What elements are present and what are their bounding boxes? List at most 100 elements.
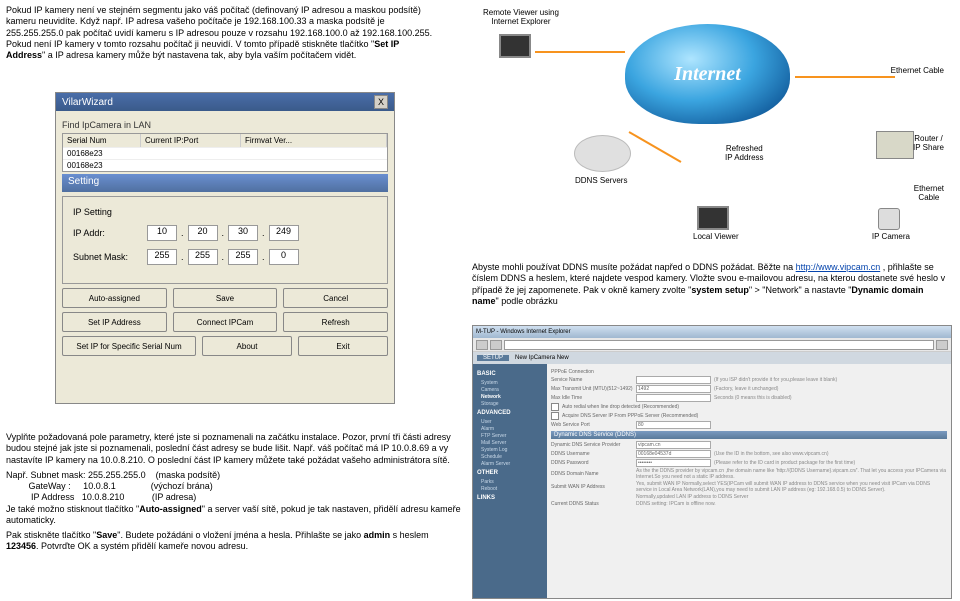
device-table: Serial Num Current IP:Port Firmvat Ver..…: [62, 133, 388, 172]
network-diagram: Remote Viewer using Internet Explorer In…: [475, 6, 950, 241]
set-ip-button[interactable]: Set IP Address: [62, 312, 167, 332]
wizard-title-text: VilarWizard: [62, 97, 113, 108]
vipcam-link[interactable]: http://www.vipcam.cn: [796, 262, 881, 272]
table-row[interactable]: 00168e23: [63, 147, 387, 159]
sidebar-item-network[interactable]: Network: [477, 394, 543, 400]
local-pc-icon: [697, 206, 729, 230]
ddns-label: DDNS Servers: [575, 176, 627, 185]
sidebar-item-syslog[interactable]: System Log: [477, 447, 543, 453]
provider-select[interactable]: vipcam.cn: [636, 441, 711, 449]
close-icon[interactable]: X: [374, 95, 388, 109]
refresh-button[interactable]: Refresh: [283, 312, 388, 332]
sidebar-item-mail[interactable]: Mail Server: [477, 440, 543, 446]
ie-toolbar: [473, 338, 951, 352]
setting-tab[interactable]: Setting: [62, 174, 388, 192]
ipcamera-label: IP Camera: [872, 232, 910, 241]
go-icon[interactable]: [936, 340, 948, 350]
set-ip-specific-button[interactable]: Set IP for Specific Serial Num: [62, 336, 196, 356]
intro-paragraph: Pokud IP kamery není ve stejném segmentu…: [6, 5, 436, 61]
ddns-status-label: Current DDNS Status: [551, 501, 633, 507]
ip-setting-group: IP Setting IP Addr: 10. 20. 30. 249 Subn…: [62, 196, 388, 284]
sidebar-item-alarmserver[interactable]: Alarm Server: [477, 461, 543, 467]
mtu-label: Max Transmit Unit (MTU)(512~1492): [551, 386, 633, 392]
ipcamera-icon: [878, 208, 900, 230]
bottom-instructions: Vyplňte požadovaná pole parametry, které…: [6, 432, 461, 557]
cancel-button[interactable]: Cancel: [283, 288, 388, 308]
about-button[interactable]: About: [202, 336, 292, 356]
mtu-input[interactable]: 1492: [636, 385, 711, 393]
ipcamera-nav[interactable]: New IpCamera New: [515, 355, 569, 361]
col-ip: Current IP:Port: [141, 134, 241, 147]
wsp-input[interactable]: 80: [636, 421, 711, 429]
connect-button[interactable]: Connect IPCam: [173, 312, 278, 332]
sidebar-advanced: ADVANCED: [477, 410, 543, 416]
refreshed-ip-label: Refreshed IP Address: [725, 144, 764, 162]
submit-wan-label: Submit WAN IP Address: [551, 484, 633, 490]
svc-name-input[interactable]: [636, 376, 711, 384]
sidebar-other: OTHER: [477, 470, 543, 476]
setup-tab[interactable]: SETUP: [477, 355, 509, 361]
forward-icon[interactable]: [490, 340, 502, 350]
ie-sidebar: BASIC System Camera Network Storage ADVA…: [473, 364, 547, 598]
sidebar-item-reboot[interactable]: Reboot: [477, 486, 543, 492]
auto-redial-checkbox[interactable]: [551, 403, 559, 411]
ie-browser-window: M-TUP - Windows Internet Explorer SETUP …: [472, 325, 952, 599]
ip-octet-3[interactable]: 30: [228, 225, 258, 241]
save-button[interactable]: Save: [173, 288, 278, 308]
sidebar-item-ftp[interactable]: FTP Server: [477, 433, 543, 439]
svc-name-label: Service Name: [551, 377, 633, 383]
ddns-section-header: Dynamic DNS Service (DDNS): [551, 431, 947, 439]
wizard-titlebar: VilarWizard X: [56, 93, 394, 111]
ip-octet-4[interactable]: 249: [269, 225, 299, 241]
remote-pc-icon: [499, 34, 531, 58]
acquire-dns-checkbox[interactable]: [551, 412, 559, 420]
local-viewer-label: Local Viewer: [693, 232, 739, 241]
idle-label: Max Idle Time: [551, 395, 633, 401]
router-label: Router / IP Share: [913, 134, 944, 152]
ddns-paragraph: Abyste mohli používat DDNS musíte požáda…: [472, 262, 952, 307]
idle-input[interactable]: [636, 394, 711, 402]
sidebar-item-camera[interactable]: Camera: [477, 387, 543, 393]
mask-label: Subnet Mask:: [73, 252, 143, 262]
wizard-window: VilarWizard X Find IpCamera in LAN Seria…: [55, 92, 395, 404]
ip-octet-2[interactable]: 20: [188, 225, 218, 241]
ip-addr-label: IP Addr:: [73, 228, 143, 238]
back-icon[interactable]: [476, 340, 488, 350]
provider-label: Dynamic DNS Service Provider: [551, 442, 633, 448]
sidebar-item-storage[interactable]: Storage: [477, 401, 543, 407]
remote-viewer-label: Remote Viewer using Internet Explorer: [483, 8, 559, 26]
sidebar-basic: BASIC: [477, 371, 543, 377]
pppoe-conn-label: PPPoE Connection: [551, 369, 633, 375]
find-label: Find IpCamera in LAN: [62, 120, 388, 130]
ip-setting-title: IP Setting: [73, 207, 377, 217]
sidebar-item-user[interactable]: User: [477, 419, 543, 425]
sidebar-item-alarm[interactable]: Alarm: [477, 426, 543, 432]
ethernet-label: Ethernet Cable: [891, 66, 944, 75]
ddns-user-label: DDNS Username: [551, 451, 633, 457]
wsp-label: Web Service Port: [551, 422, 633, 428]
mask-octet-4[interactable]: 0: [269, 249, 299, 265]
col-fw: Firmvat Ver...: [241, 134, 387, 147]
ip-octet-1[interactable]: 10: [147, 225, 177, 241]
mask-octet-3[interactable]: 255: [228, 249, 258, 265]
col-sn: Serial Num: [63, 134, 141, 147]
address-bar[interactable]: [504, 340, 934, 350]
ddns-domain-label: DDNS Domain Name: [551, 471, 633, 477]
sidebar-links: LINKS: [477, 495, 543, 501]
sidebar-item-schedule[interactable]: Schedule: [477, 454, 543, 460]
router-icon: [876, 131, 914, 159]
auto-assigned-button[interactable]: Auto-assigned: [62, 288, 167, 308]
ethernet2-label: Ethernet Cable: [914, 184, 944, 202]
ddns-user-input[interactable]: 00168e04537d: [636, 450, 711, 458]
ie-main-panel: PPPoE Connection Service Name(If you ISP…: [547, 364, 951, 598]
table-row[interactable]: 00168e23: [63, 159, 387, 171]
ddns-pass-label: DDNS Password: [551, 460, 633, 466]
sidebar-item-parks[interactable]: Parks: [477, 479, 543, 485]
mask-octet-1[interactable]: 255: [147, 249, 177, 265]
ie-titlebar: M-TUP - Windows Internet Explorer: [473, 326, 951, 338]
mask-octet-2[interactable]: 255: [188, 249, 218, 265]
internet-globe-icon: Internet: [625, 24, 790, 124]
ddns-pass-input[interactable]: ••••••••: [636, 459, 711, 467]
sidebar-item-system[interactable]: System: [477, 380, 543, 386]
exit-button[interactable]: Exit: [298, 336, 388, 356]
